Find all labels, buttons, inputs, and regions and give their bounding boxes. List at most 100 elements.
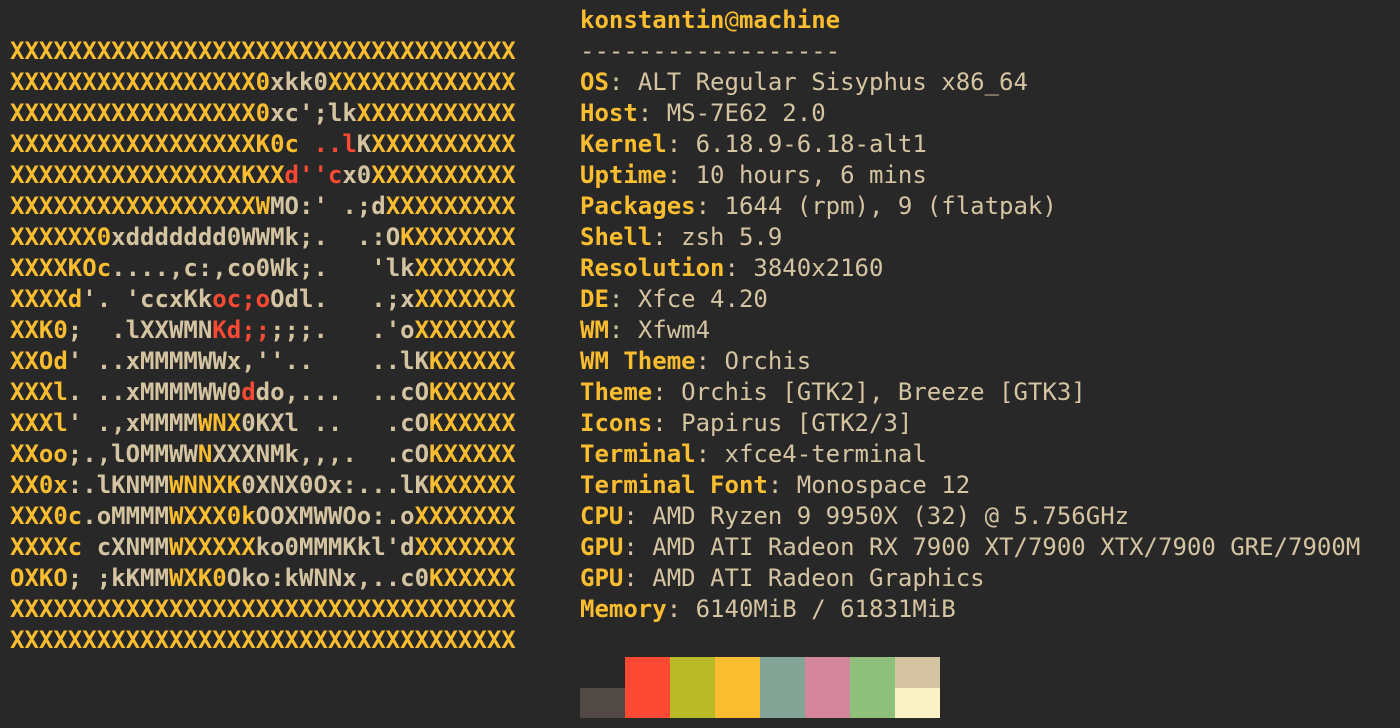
logo-segment: XXoo — [10, 440, 68, 468]
info-colon: : — [623, 564, 653, 592]
logo-line: XXoo;.,lOMMWWNXXXNMk,,,. .cOKXXXXX — [10, 439, 516, 470]
logo-segment: ; ;kKMM — [67, 564, 169, 592]
info-colon: : — [767, 471, 797, 499]
logo-segment: XXXXXXX — [414, 316, 516, 344]
info-value: 6140MiB / 61831MiB — [695, 595, 956, 623]
swatch-bright — [895, 688, 940, 718]
swatch-bright — [805, 688, 850, 718]
info-key: Resolution — [580, 254, 725, 282]
logo-segment: XXXXXXXXXXXXXXXXX0 — [10, 68, 271, 96]
info-colon: : — [608, 285, 638, 313]
info-value: xfce4-terminal — [724, 440, 927, 468]
info-row: Memory: 6140MiB / 61831MiB — [580, 594, 1396, 625]
info-value: Xfwm4 — [637, 316, 711, 344]
logo-segment: XXXXXXXXX — [385, 192, 516, 220]
info-value: zsh 5.9 — [681, 223, 783, 251]
logo-segment: ; .lXXWMN — [67, 316, 213, 344]
logo-segment: KXXXXX — [429, 347, 516, 375]
logo-line: XXOd' ..xMMMMWWx,''.. ..lKKXXXXX — [10, 346, 516, 377]
info-value: Papirus [GTK2/3] — [681, 409, 913, 437]
logo-line: XXXXXXXXXXXXXXXXX0xc';lkXXXXXXXXXXX — [10, 98, 516, 129]
logo-line: XXXXKOc....,c:,co0Wk;. 'lkXXXXXXX — [10, 253, 516, 284]
info-rows: OS: ALT Regular Sisyphus x86_64 Host: MS-… — [580, 67, 1396, 625]
info-colon: : — [695, 440, 725, 468]
logo-line: XX0x:.lKNMMWNNXK0XNX0Ox:...lKKXXXXX — [10, 470, 516, 501]
logo-segment: x0 — [342, 161, 372, 189]
logo-segment: do,... ..cO — [255, 378, 430, 406]
swatch-normal — [625, 657, 670, 688]
info-value: MS-7E62 2.0 — [666, 99, 826, 127]
logo-segment: XXXl — [10, 409, 68, 437]
info-row: GPU: AMD ATI Radeon RX 7900 XT/7900 XTX/… — [580, 532, 1396, 563]
info-value: AMD ATI Radeon RX 7900 XT/7900 XTX/7900 … — [652, 533, 1361, 561]
logo-segment: XX0x — [10, 471, 68, 499]
logo-segment: ..l — [313, 130, 357, 158]
info-colon: : — [623, 533, 653, 561]
info-row: Kernel: 6.18.9-6.18-alt1 — [580, 129, 1396, 160]
info-value: 1644 (rpm), 9 (flatpak) — [724, 192, 1057, 220]
logo-segment: KXXXXX — [429, 409, 516, 437]
info-row: Resolution: 3840x2160 — [580, 253, 1396, 284]
logo-segment: OXKO — [10, 564, 68, 592]
logo-line: XXXXXXXXXXXXXXXXXWMO:' .;dXXXXXXXXX — [10, 191, 516, 222]
info-row: Icons: Papirus [GTK2/3] — [580, 408, 1396, 439]
swatch-normal — [850, 657, 895, 688]
info-key: CPU — [580, 502, 624, 530]
logo-line: XXXXd'. 'ccxKkoc;oOdl. .;xXXXXXXX — [10, 284, 516, 315]
info-key: Uptime — [580, 161, 667, 189]
info-row: WM: Xfwm4 — [580, 315, 1396, 346]
logo-segment: XXXXKOc — [10, 254, 112, 282]
terminal-window[interactable]: XXXXXXXXXXXXXXXXXXXXXXXXXXXXXXXXXXX XXXXX… — [0, 0, 1400, 728]
at-separator: @ — [724, 6, 739, 34]
color-swatch — [850, 657, 895, 718]
info-value: 10 hours, 6 mins — [695, 161, 927, 189]
logo-segment: WXXX0k — [168, 502, 256, 530]
swatch-bright — [760, 688, 805, 718]
logo-line: XXXXXXXXXXXXXXXXXXXXXXXXXXXXXXXXXXX — [10, 594, 516, 625]
logo-line: XXXXXXXXXXXXXXXXXXXXXXXXXXXXXXXXXXX — [10, 36, 516, 67]
logo-segment: XXXXd — [10, 285, 83, 313]
info-colon: : — [637, 99, 667, 127]
logo-segment: WNX — [197, 409, 242, 437]
info-colon: : — [623, 502, 653, 530]
logo-segment: XXXXXXX — [414, 285, 516, 313]
logo-segment: WNNXK — [168, 471, 242, 499]
swatch-normal — [760, 657, 805, 688]
logo-segment: XXXXc — [10, 533, 83, 561]
info-row: Terminal Font: Monospace 12 — [580, 470, 1396, 501]
logo-segment: d''c — [284, 161, 343, 189]
info-row: GPU: AMD ATI Radeon Graphics — [580, 563, 1396, 594]
info-colon: : — [666, 130, 696, 158]
swatch-normal — [895, 657, 940, 688]
username: konstantin — [580, 6, 725, 34]
logo-segment: xddddddd0WWMk;. .:O — [111, 223, 401, 251]
logo-segment: ' ..xMMMMWWx,''.. ..lK — [67, 347, 430, 375]
logo-line: XXXl' .,xMMMMWNX0KXl .. .cOKXXXXX — [10, 408, 516, 439]
swatch-bright — [580, 688, 625, 718]
color-swatch — [580, 657, 625, 718]
logo-segment: KXXXXX — [429, 471, 516, 499]
logo-segment: ;.,lOMMWW — [67, 440, 198, 468]
logo-segment: XXXXXXXXXX — [371, 130, 516, 158]
logo-segment: .oMMMM — [82, 502, 169, 530]
logo-segment: . ..xMMMMWW0 — [67, 378, 242, 406]
logo-line: XXXXXXXXXXXXXXXXKXXd''cx0XXXXXXXXXX — [10, 160, 516, 191]
logo-segment: XXXXXXXXXX — [371, 161, 516, 189]
swatch-bright — [850, 688, 895, 718]
info-value: ALT Regular Sisyphus x86_64 — [637, 68, 1028, 96]
info-colon: : — [608, 68, 638, 96]
logo-segment: XXK0 — [10, 316, 68, 344]
info-value: Monospace 12 — [796, 471, 971, 499]
title-underline: ------------------ — [580, 36, 1396, 67]
logo-segment: XXXl — [10, 378, 68, 406]
info-key: WM — [580, 316, 609, 344]
logo-segment: XXXXXXX — [414, 254, 516, 282]
info-colon: : — [666, 161, 696, 189]
logo-segment: cXNMM — [82, 533, 169, 561]
logo-segment: XXXXXXXXXXXXX — [327, 68, 516, 96]
logo-segment: XXXXXXXXXXXXXXXXXW — [10, 192, 271, 220]
logo-segment: Odl. .;x — [270, 285, 415, 313]
info-key: Icons — [580, 409, 653, 437]
info-value: Orchis [GTK2], Breeze [GTK3] — [681, 378, 1086, 406]
swatch-normal — [715, 657, 760, 688]
